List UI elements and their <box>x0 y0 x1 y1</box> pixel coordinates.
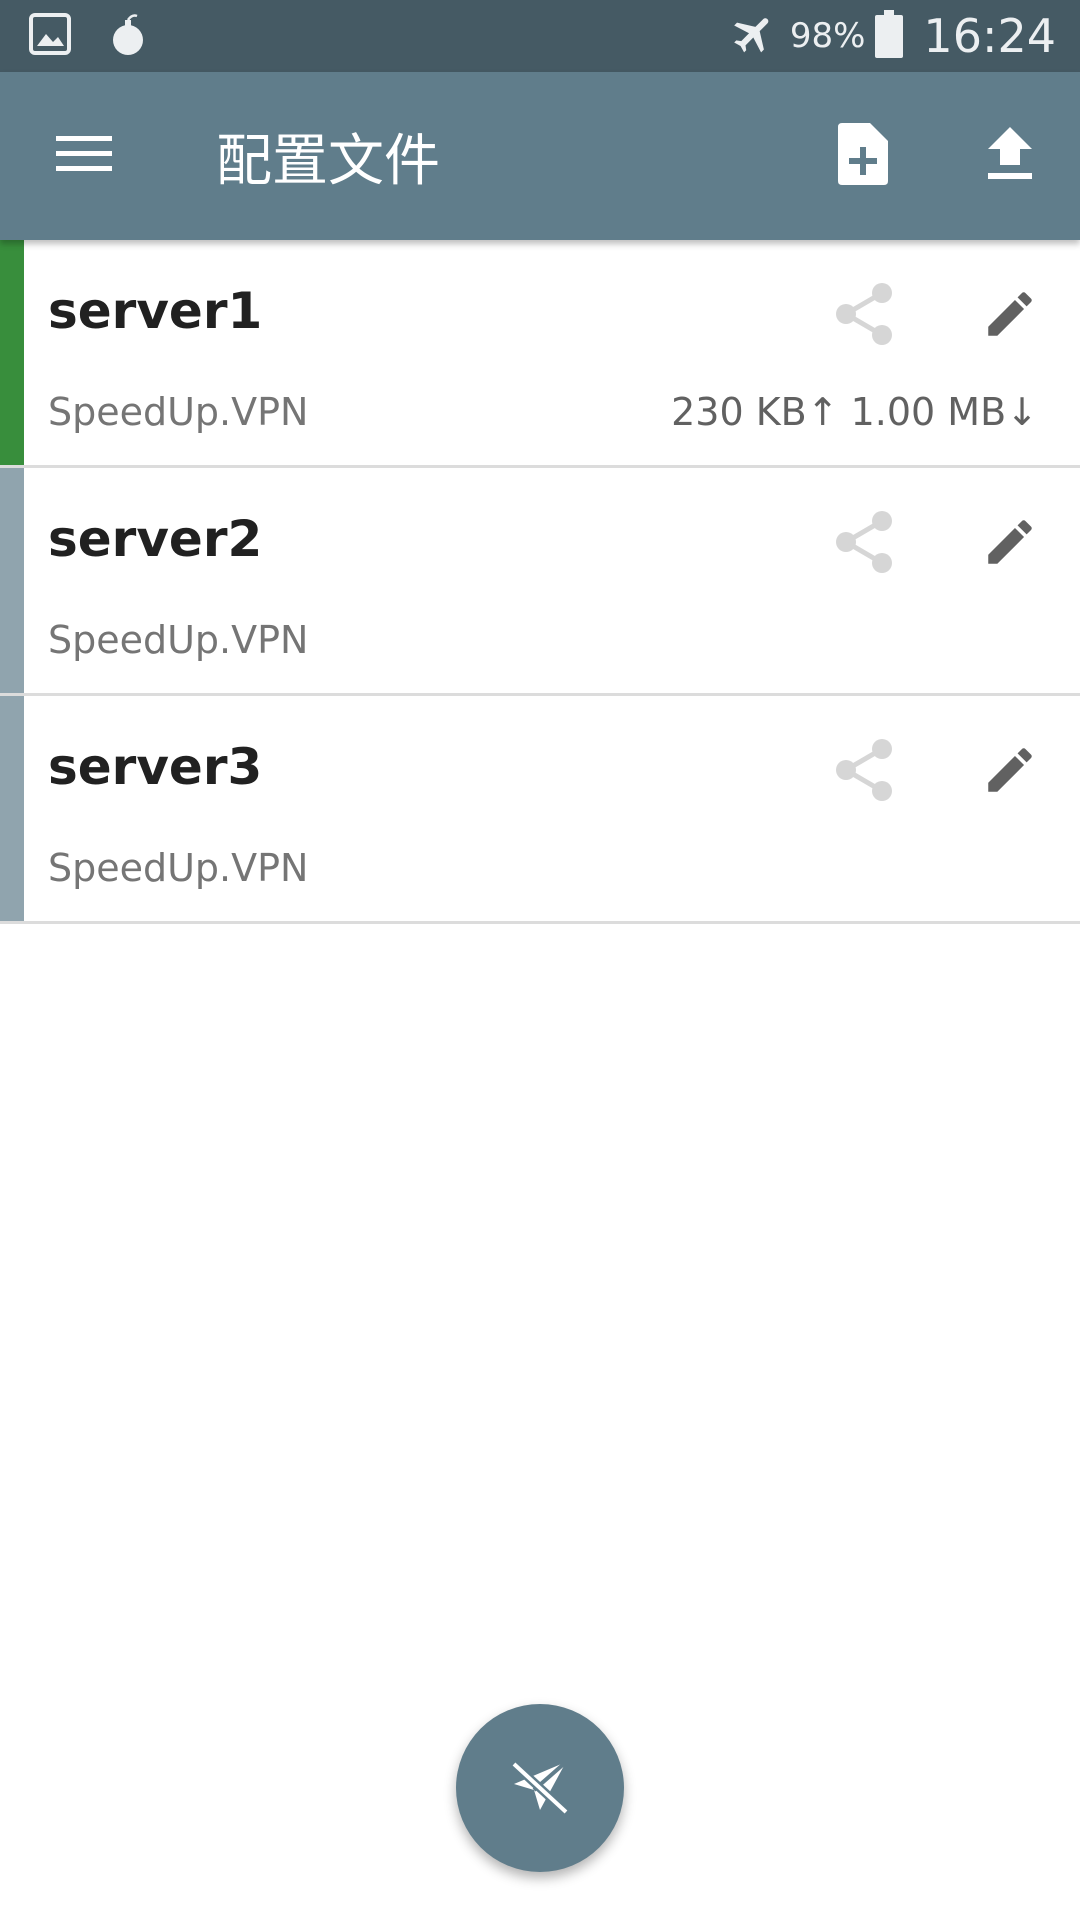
share-icon <box>835 739 893 805</box>
share-icon <box>835 283 893 349</box>
pencil-icon <box>981 741 1039 803</box>
profile-name: server2 <box>48 510 263 568</box>
add-file-icon <box>838 123 888 189</box>
image-icon <box>28 12 72 60</box>
share-button[interactable] <box>830 506 898 582</box>
edit-button[interactable] <box>972 278 1048 354</box>
inactive-indicator <box>0 468 24 693</box>
status-bar: 98% 16:24 <box>0 0 1080 72</box>
pencil-icon <box>981 513 1039 575</box>
clock: 16:24 <box>923 9 1056 63</box>
profile-item[interactable]: server3 SpeedUp.VPN <box>0 696 1080 924</box>
edit-button[interactable] <box>972 506 1048 582</box>
menu-icon <box>56 134 112 178</box>
profile-name: server3 <box>48 738 263 796</box>
active-indicator <box>0 240 24 465</box>
inactive-indicator <box>0 696 24 921</box>
battery-percent: 98% <box>789 16 866 56</box>
profile-host: SpeedUp.VPN <box>48 846 309 890</box>
share-button[interactable] <box>830 734 898 810</box>
profile-item[interactable]: server1 SpeedUp.VPN 230 KB↑ 1.00 MB↓ <box>0 240 1080 468</box>
status-system: 98% 16:24 <box>730 0 1056 72</box>
plane-disconnected-icon <box>504 1750 576 1826</box>
share-button[interactable] <box>830 278 898 354</box>
profile-item[interactable]: server2 SpeedUp.VPN <box>0 468 1080 696</box>
add-profile-button[interactable] <box>828 116 898 196</box>
airplane-mode-icon <box>730 10 778 62</box>
profile-host: SpeedUp.VPN <box>48 390 309 434</box>
menu-button[interactable] <box>46 126 122 186</box>
upload-icon <box>988 127 1032 185</box>
connect-fab[interactable] <box>456 1704 624 1872</box>
profile-traffic: 230 KB↑ 1.00 MB↓ <box>671 390 1038 434</box>
share-icon <box>835 511 893 577</box>
import-profile-button[interactable] <box>972 116 1048 196</box>
edit-button[interactable] <box>972 734 1048 810</box>
battery-icon <box>875 10 904 62</box>
bomb-icon <box>110 12 146 60</box>
profile-name: server1 <box>48 282 263 340</box>
profile-list: server1 SpeedUp.VPN 230 KB↑ 1.00 MB↓ ser… <box>0 240 1080 924</box>
page-title: 配置文件 <box>216 128 440 194</box>
pencil-icon <box>981 285 1039 347</box>
app-bar: 配置文件 <box>0 72 1080 240</box>
profile-host: SpeedUp.VPN <box>48 618 309 662</box>
status-notifications <box>28 12 146 60</box>
